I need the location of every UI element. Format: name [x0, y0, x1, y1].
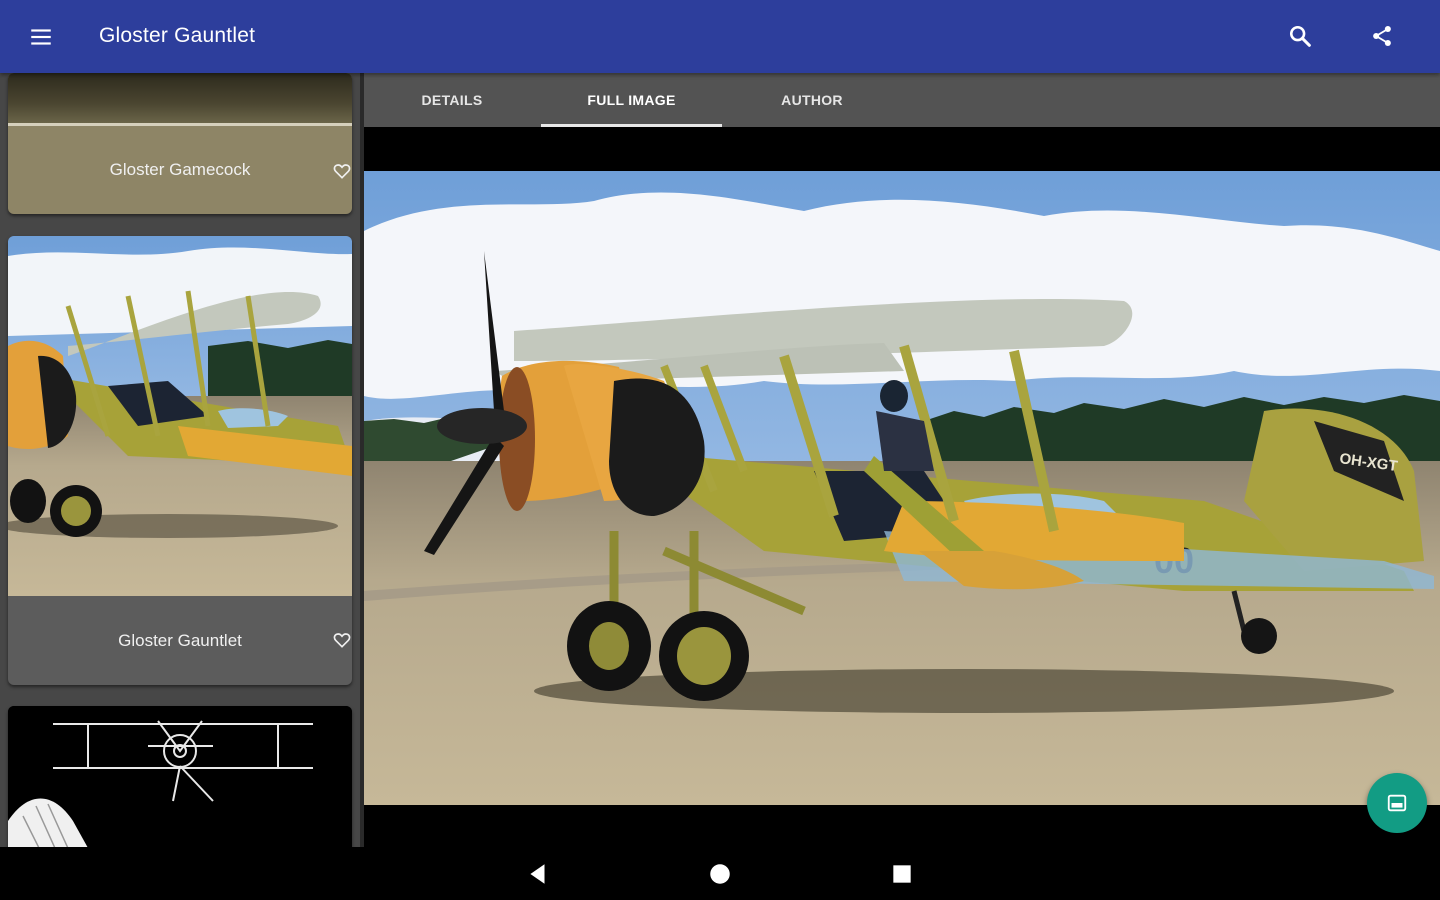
aircraft-drawing-thumbnail	[8, 706, 352, 847]
home-icon[interactable]	[707, 861, 733, 887]
tab-details[interactable]: DETAILS	[364, 73, 540, 127]
set-wallpaper-button[interactable]	[1367, 773, 1427, 833]
tab-bar: DETAILS FULL IMAGE AUTHOR	[364, 73, 1440, 127]
list-item-caption: Gloster Gauntlet	[118, 630, 242, 650]
menu-icon[interactable]	[28, 24, 54, 50]
full-image-viewer[interactable]	[364, 127, 1440, 847]
list-item[interactable]: Gloster Gamecock	[8, 73, 352, 214]
recents-icon[interactable]	[889, 861, 915, 887]
tab-full-image[interactable]: FULL IMAGE	[541, 73, 722, 127]
tab-author[interactable]: AUTHOR	[722, 73, 902, 127]
share-icon[interactable]	[1368, 22, 1396, 50]
list-item[interactable]: Gloster Gauntlet	[8, 236, 352, 685]
aircraft-thumbnail	[8, 236, 352, 596]
heart-outline-icon[interactable]	[332, 630, 352, 650]
aircraft-photo	[364, 171, 1440, 805]
aircraft-thumbnail	[8, 73, 352, 126]
list-item[interactable]	[8, 706, 352, 847]
search-icon[interactable]	[1286, 22, 1314, 50]
image-icon	[1387, 794, 1407, 812]
heart-outline-icon[interactable]	[332, 161, 352, 181]
back-icon[interactable]	[525, 861, 551, 887]
app-bar: Gloster Gauntlet	[0, 0, 1440, 73]
navigation-bar	[0, 847, 1440, 900]
list-item-caption: Gloster Gamecock	[109, 160, 251, 179]
aircraft-list[interactable]: Gloster Gamecock Gloster Gauntlet	[0, 73, 360, 847]
app-title: Gloster Gauntlet	[99, 24, 256, 47]
